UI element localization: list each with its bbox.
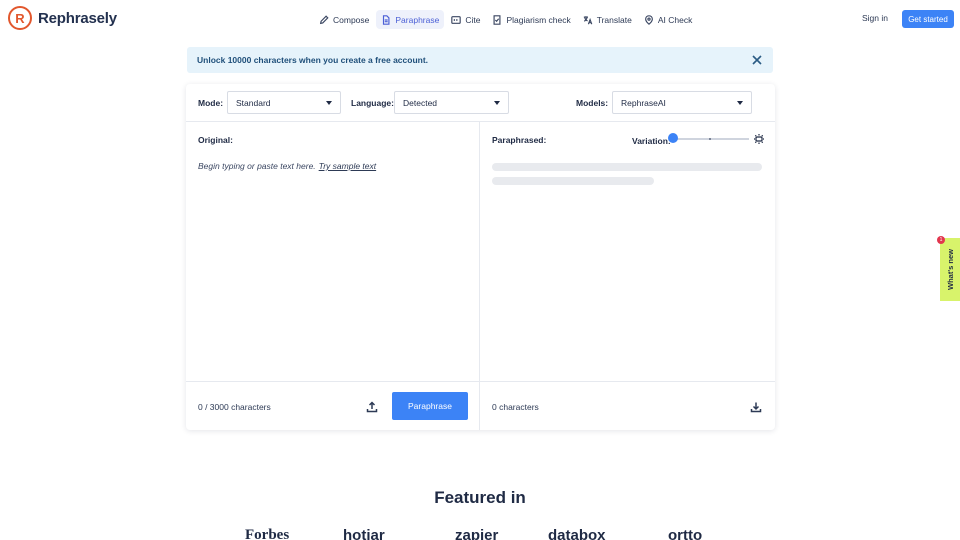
loading-skeleton-line xyxy=(492,163,762,171)
loading-skeleton-line xyxy=(492,177,654,185)
notification-badge: 1 xyxy=(937,236,945,244)
download-button[interactable] xyxy=(750,400,762,413)
pen-icon xyxy=(319,14,329,24)
banner-close-button[interactable] xyxy=(751,54,763,66)
models-label: Models: xyxy=(576,98,609,108)
nav-compose[interactable]: Compose xyxy=(314,10,374,29)
mode-select[interactable]: Standard xyxy=(227,91,341,114)
brand-name: Rephrasely xyxy=(38,9,117,27)
chevron-down-icon xyxy=(737,101,743,105)
nav-paraphrase[interactable]: Paraphrase xyxy=(376,10,445,29)
featured-logo-forbes: Forbes xyxy=(245,527,290,540)
download-icon xyxy=(750,402,762,413)
nav-label: Compose xyxy=(333,14,370,25)
models-select[interactable]: RephraseAI xyxy=(612,91,752,114)
input-placeholder: Begin typing or paste text here. xyxy=(198,161,316,171)
featured-logo-databox: databox xyxy=(548,527,606,540)
original-text-input[interactable]: Begin typing or paste text here. Try samp… xyxy=(198,161,376,171)
paraphrased-title: Paraphrased: xyxy=(492,135,547,145)
main-nav: Compose Paraphrase Cite Plagiarism check… xyxy=(314,10,699,29)
nav-translate[interactable]: Translate xyxy=(578,10,637,29)
nav-label: Plagiarism check xyxy=(506,14,571,25)
paraphrase-button[interactable]: Paraphrase xyxy=(392,392,468,420)
original-footer: 0 / 3000 characters Paraphrase xyxy=(186,381,479,430)
sign-in-link[interactable]: Sign in xyxy=(862,13,888,23)
chevron-down-icon xyxy=(494,101,500,105)
close-icon xyxy=(752,55,762,65)
language-select[interactable]: Detected xyxy=(394,91,509,114)
try-sample-link[interactable]: Try sample text xyxy=(319,161,376,171)
language-value: Detected xyxy=(403,97,438,108)
paraphrased-pane: Paraphrased: Variation: 0 characters xyxy=(480,122,775,430)
whats-new-tab[interactable]: What's new xyxy=(940,238,960,301)
quote-icon xyxy=(451,15,462,24)
chevron-down-icon xyxy=(326,101,332,105)
paraphraser-card: Mode: Standard Language: Detected Models… xyxy=(186,84,775,430)
paraphrased-char-count: 0 characters xyxy=(492,402,539,412)
file-check-icon xyxy=(493,14,501,25)
get-started-button[interactable]: Get started xyxy=(902,10,954,28)
upload-button[interactable] xyxy=(366,400,378,413)
translate-icon xyxy=(583,15,593,24)
options-toolbar: Mode: Standard Language: Detected Models… xyxy=(186,84,775,122)
top-header: R Rephrasely Compose Paraphrase Cite Pla… xyxy=(0,0,960,38)
paraphrased-footer: 0 characters xyxy=(480,381,775,430)
shield-icon xyxy=(644,14,653,25)
variation-label: Variation: xyxy=(632,136,671,146)
language-label: Language: xyxy=(351,98,394,108)
variation-slider-track[interactable] xyxy=(673,138,749,140)
nav-label: AI Check xyxy=(657,14,693,25)
variation-slider-handle[interactable] xyxy=(668,133,678,143)
nav-label: Paraphrase xyxy=(395,14,440,25)
models-value: RephraseAI xyxy=(621,97,666,108)
mode-value: Standard xyxy=(236,97,271,108)
original-pane: Original: Begin typing or paste text her… xyxy=(186,122,480,430)
nav-cite[interactable]: Cite xyxy=(446,10,485,29)
nav-ai-check[interactable]: AI Check xyxy=(639,10,698,29)
slider-tick xyxy=(709,138,711,140)
whats-new-label: What's new xyxy=(945,249,955,290)
signup-banner: Unlock 10000 characters when you create … xyxy=(187,47,773,73)
mode-label: Mode: xyxy=(198,98,224,108)
original-title: Original: xyxy=(198,135,233,145)
featured-logos: Forbes hotjar zapier databox ortto xyxy=(0,525,960,540)
nav-label: Translate xyxy=(596,14,632,25)
upload-icon xyxy=(366,401,378,413)
brand-logo[interactable]: R Rephrasely xyxy=(8,6,117,30)
original-char-count: 0 / 3000 characters xyxy=(198,402,271,412)
featured-logo-hotjar: hotjar xyxy=(343,527,385,540)
document-icon xyxy=(383,14,390,25)
variation-max-button[interactable] xyxy=(753,132,765,144)
sparkle-icon xyxy=(754,134,764,144)
logo-mark-icon: R xyxy=(8,6,32,30)
nav-label: Cite xyxy=(465,14,481,25)
featured-title: Featured in xyxy=(434,488,526,507)
featured-logo-ortto: ortto xyxy=(668,527,703,540)
featured-logo-zapier: zapier xyxy=(455,527,499,540)
nav-plagiarism-check[interactable]: Plagiarism check xyxy=(487,10,575,29)
banner-text: Unlock 10000 characters when you create … xyxy=(197,55,429,65)
